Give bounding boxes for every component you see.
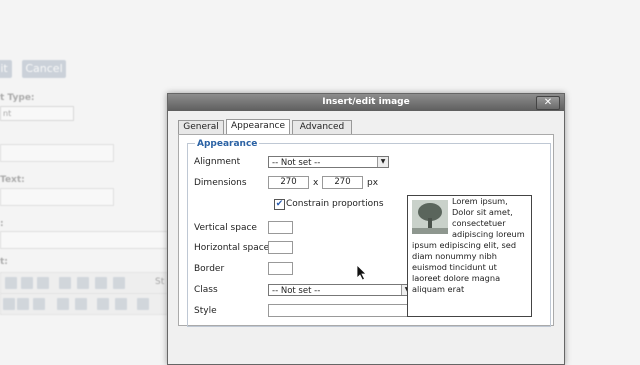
vertical-space-input[interactable] [268, 221, 293, 234]
align-left-icon[interactable] [59, 277, 71, 289]
close-icon[interactable]: ✕ [536, 96, 560, 110]
dimensions-label: Dimensions [194, 178, 247, 188]
tab-advanced[interactable]: Advanced [292, 120, 352, 134]
bullet-list-icon[interactable] [57, 298, 69, 310]
border-label: Border [194, 264, 225, 274]
border-input[interactable] [268, 262, 293, 275]
constrain-checkbox[interactable]: ✔ [274, 199, 285, 210]
type-label: t Type: [0, 93, 35, 103]
field-label: : [0, 219, 4, 229]
class-label: Class [194, 285, 218, 295]
px-unit: px [367, 178, 379, 188]
toolbar-icon[interactable] [21, 277, 33, 289]
constrain-label: Constrain proportions [286, 199, 384, 209]
vertical-space-label: Vertical space [194, 223, 257, 233]
horizontal-space-input[interactable] [268, 241, 293, 254]
insert-button[interactable]: it [0, 60, 12, 78]
appearance-legend: Appearance [195, 139, 260, 149]
chevron-down-icon: ▼ [377, 157, 388, 167]
undo-icon[interactable] [137, 298, 149, 310]
styles-dropdown[interactable]: St [155, 277, 164, 287]
tab-appearance[interactable]: Appearance [226, 119, 290, 135]
text-label: Text: [0, 175, 25, 185]
insert-edit-image-dialog: Insert/edit image ✕ General Appearance A… [167, 93, 565, 365]
number-list-icon[interactable] [75, 298, 87, 310]
editor-toolbar-row1: St [0, 272, 172, 294]
style-label: Style [194, 306, 217, 316]
strikethrough-icon[interactable] [17, 298, 29, 310]
alignment-value: -- Not set -- [272, 158, 321, 168]
type-select[interactable]: nt [0, 106, 74, 121]
width-input[interactable]: 270 [268, 176, 309, 189]
editor-toolbar-row2 [0, 293, 172, 315]
dialog-title: Insert/edit image [322, 97, 410, 107]
indent-icon[interactable] [115, 298, 127, 310]
appearance-panel: Appearance Alignment -- Not set -- ▼ Dim… [178, 134, 554, 327]
align-justify-icon[interactable] [113, 277, 125, 289]
align-right-icon[interactable] [95, 277, 107, 289]
mouse-cursor-icon [357, 265, 367, 281]
dimension-separator: x [313, 178, 319, 188]
horizontal-space-label: Horizontal space [194, 243, 270, 253]
abc-icon[interactable] [33, 298, 45, 310]
class-value: -- Not set -- [272, 286, 321, 296]
alignment-select[interactable]: -- Not set -- ▼ [268, 156, 389, 168]
cancel-button[interactable]: Cancel [22, 60, 66, 78]
tab-general[interactable]: General [178, 120, 224, 134]
class-select[interactable]: -- Not set -- ▼ [268, 284, 413, 296]
toolbar-icon[interactable] [37, 277, 49, 289]
text-input-2[interactable] [0, 188, 114, 206]
outdent-icon[interactable] [97, 298, 109, 310]
height-input[interactable]: 270 [322, 176, 363, 189]
content-label: t: [0, 257, 8, 267]
tree-thumbnail [412, 200, 448, 234]
align-center-icon[interactable] [77, 277, 89, 289]
underline-icon[interactable] [3, 298, 15, 310]
toolbar-icon[interactable] [5, 277, 17, 289]
alignment-label: Alignment [194, 157, 241, 167]
text-input-1[interactable] [0, 144, 114, 162]
image-preview: Lorem ipsum, Dolor sit amet, consectetue… [407, 195, 532, 317]
text-input-3[interactable] [0, 231, 168, 249]
dialog-titlebar[interactable]: Insert/edit image ✕ [168, 94, 564, 111]
